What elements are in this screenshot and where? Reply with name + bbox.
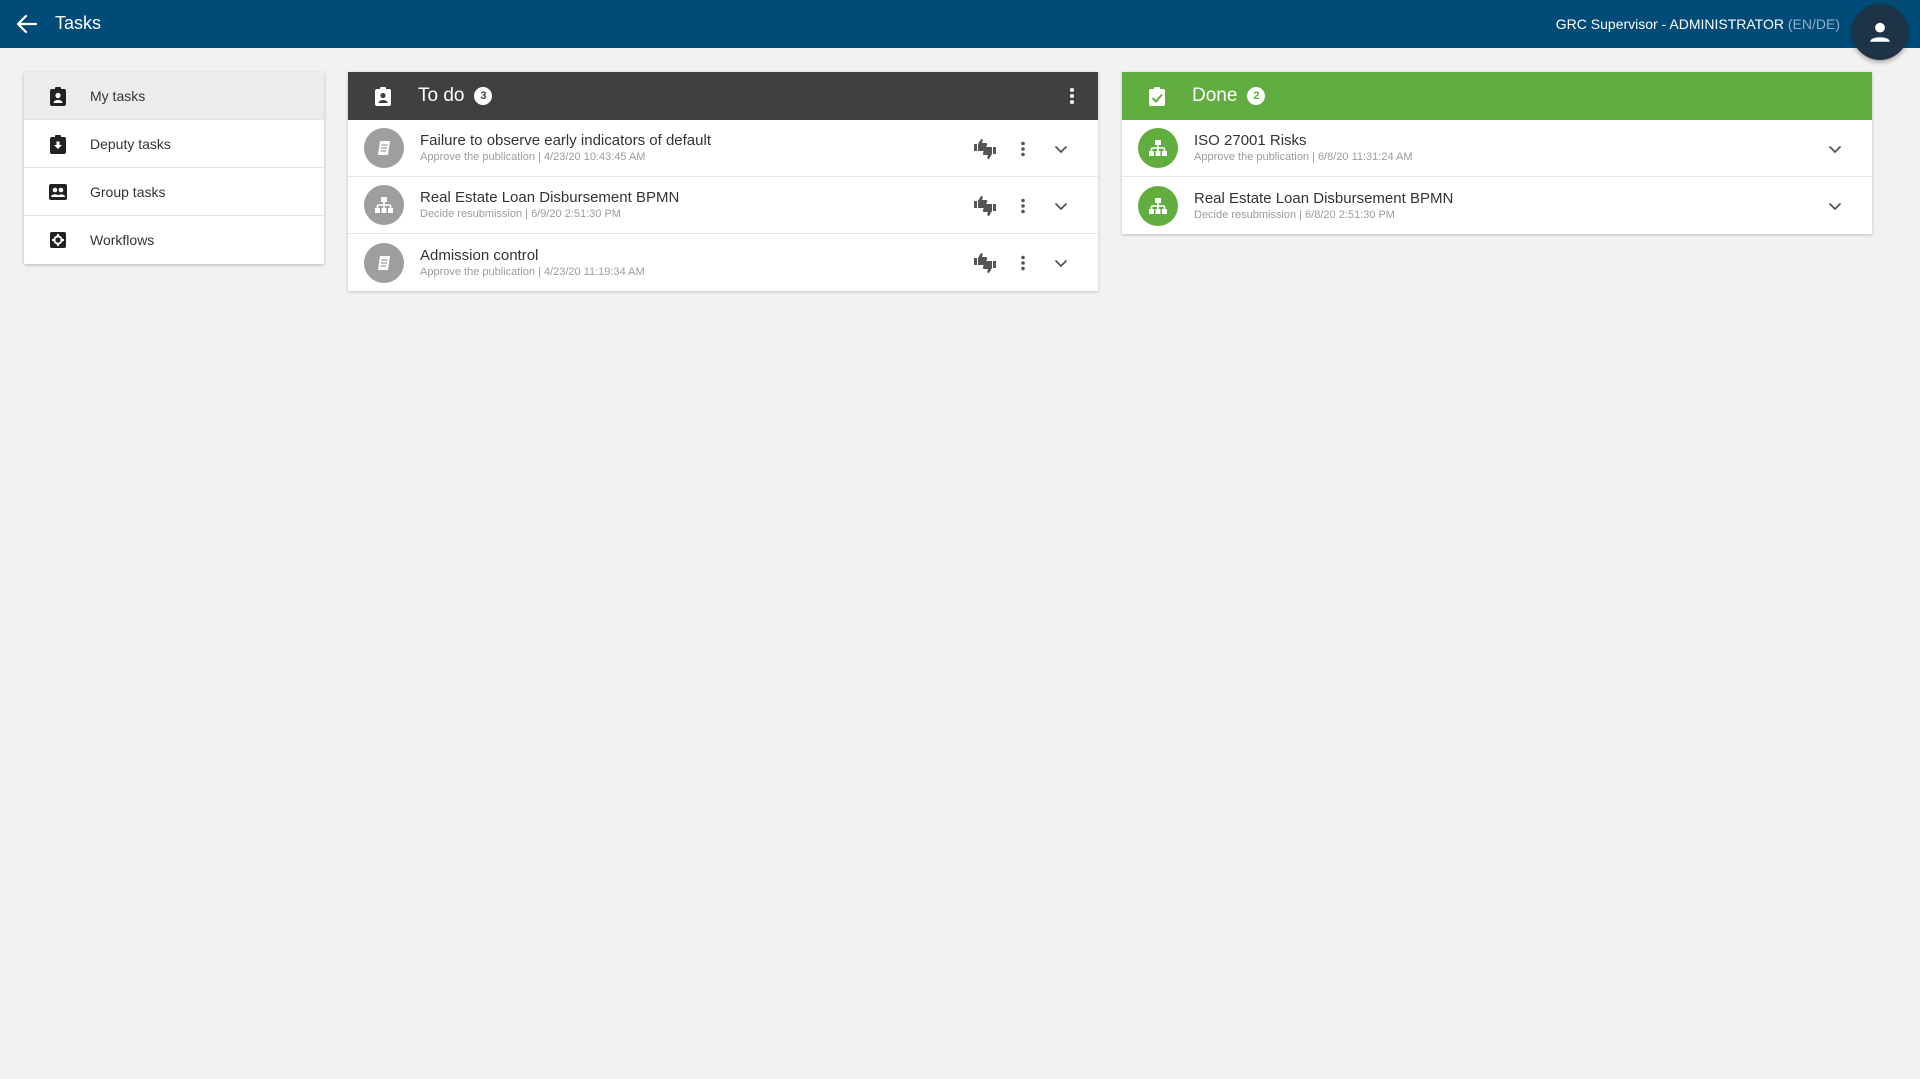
workflow-settings-icon (48, 230, 68, 250)
chevron-down-icon[interactable] (1048, 136, 1074, 162)
chevron-down-icon[interactable] (1822, 193, 1848, 219)
assignment-ind-icon (48, 86, 68, 106)
task-row[interactable]: ISO 27001 Risks Approve the publication … (1122, 120, 1872, 177)
task-row[interactable]: Real Estate Loan Disbursement BPMN Decid… (348, 177, 1098, 234)
done-column: Done 2 ISO 27001 Risks Approve the publi… (1122, 72, 1872, 234)
task-count-badge: 3 (474, 87, 493, 105)
thumbs-up-down-icon[interactable] (972, 250, 998, 276)
language-indicator: (EN/DE) (1787, 16, 1840, 32)
task-count-badge: 2 (1247, 87, 1266, 105)
group-contact-icon (48, 182, 68, 202)
thumbs-up-down-icon[interactable] (972, 193, 998, 219)
task-subtitle: Approve the publication | 6/8/20 11:31:2… (1194, 151, 1413, 163)
task-title: ISO 27001 Risks (1194, 132, 1307, 149)
sidebar-item-label: Workflows (90, 232, 155, 248)
top-app-bar: Tasks GRC Supervisor - ADMINISTRATOR (EN… (0, 0, 1920, 60)
chevron-down-icon[interactable] (1048, 193, 1074, 219)
sidebar-item-group-tasks[interactable]: Group tasks (24, 168, 324, 216)
thumbs-up-down-icon[interactable] (972, 136, 998, 162)
user-info: GRC Supervisor - ADMINISTRATOR (EN/DE) (1556, 16, 1840, 32)
back-arrow-icon[interactable] (14, 12, 40, 36)
sidebar-item-label: My tasks (90, 87, 146, 104)
org-chart-icon (1138, 128, 1178, 168)
task-subtitle: Decide resubmission | 6/9/20 2:51:30 PM (420, 208, 621, 220)
todo-column: To do 3 Failure to observe early indicat… (348, 72, 1098, 291)
task-navigation-sidebar: My tasks Deputy tasks Group tasks Workfl… (24, 72, 324, 264)
assignment-return-icon (48, 134, 68, 154)
task-title: Failure to observe early indicators of d… (420, 132, 711, 149)
more-vert-icon[interactable] (1010, 136, 1036, 162)
chevron-down-icon[interactable] (1048, 250, 1074, 276)
assignment-ind-icon (372, 85, 394, 107)
column-title: To do (418, 85, 465, 106)
task-subtitle: Decide resubmission | 6/8/20 2:51:30 PM (1194, 208, 1395, 221)
document-icon (364, 242, 404, 283)
assignment-check-icon (1146, 85, 1168, 107)
done-column-header: Done 2 (1122, 72, 1872, 120)
todo-column-header: To do 3 (348, 72, 1098, 120)
org-chart-icon (1138, 185, 1178, 226)
task-title: Real Estate Loan Disbursement BPMN (1194, 189, 1454, 207)
document-icon (364, 128, 404, 168)
sidebar-item-label: Deputy tasks (90, 135, 171, 152)
task-subtitle: Approve the publication | 4/23/20 10:43:… (420, 151, 646, 163)
task-row[interactable]: Failure to observe early indicators of d… (348, 120, 1098, 177)
task-row[interactable]: Real Estate Loan Disbursement BPMN Decid… (1122, 177, 1872, 234)
more-vert-icon[interactable] (1010, 250, 1036, 276)
task-title: Real Estate Loan Disbursement BPMN (420, 189, 680, 206)
chevron-down-icon[interactable] (1822, 136, 1848, 162)
person-icon (1870, 22, 1890, 42)
org-chart-icon (364, 185, 404, 225)
user-name: GRC Supervisor - ADMINISTRATOR (1555, 16, 1784, 32)
sidebar-item-deputy-tasks[interactable]: Deputy tasks (24, 120, 324, 168)
more-vert-icon[interactable] (1060, 84, 1084, 108)
sidebar-item-my-tasks[interactable]: My tasks (24, 72, 324, 120)
task-title: Admission control (420, 246, 539, 264)
user-avatar-button[interactable] (1852, 4, 1908, 60)
sidebar-item-workflows[interactable]: Workflows (24, 216, 324, 264)
sidebar-item-label: Group tasks (90, 183, 166, 200)
page-title: Tasks (55, 13, 102, 33)
column-title: Done (1192, 85, 1238, 106)
more-vert-icon[interactable] (1010, 193, 1036, 219)
task-row[interactable]: Admission control Approve the publicatio… (348, 234, 1098, 291)
task-subtitle: Approve the publication | 4/23/20 11:19:… (420, 265, 645, 278)
